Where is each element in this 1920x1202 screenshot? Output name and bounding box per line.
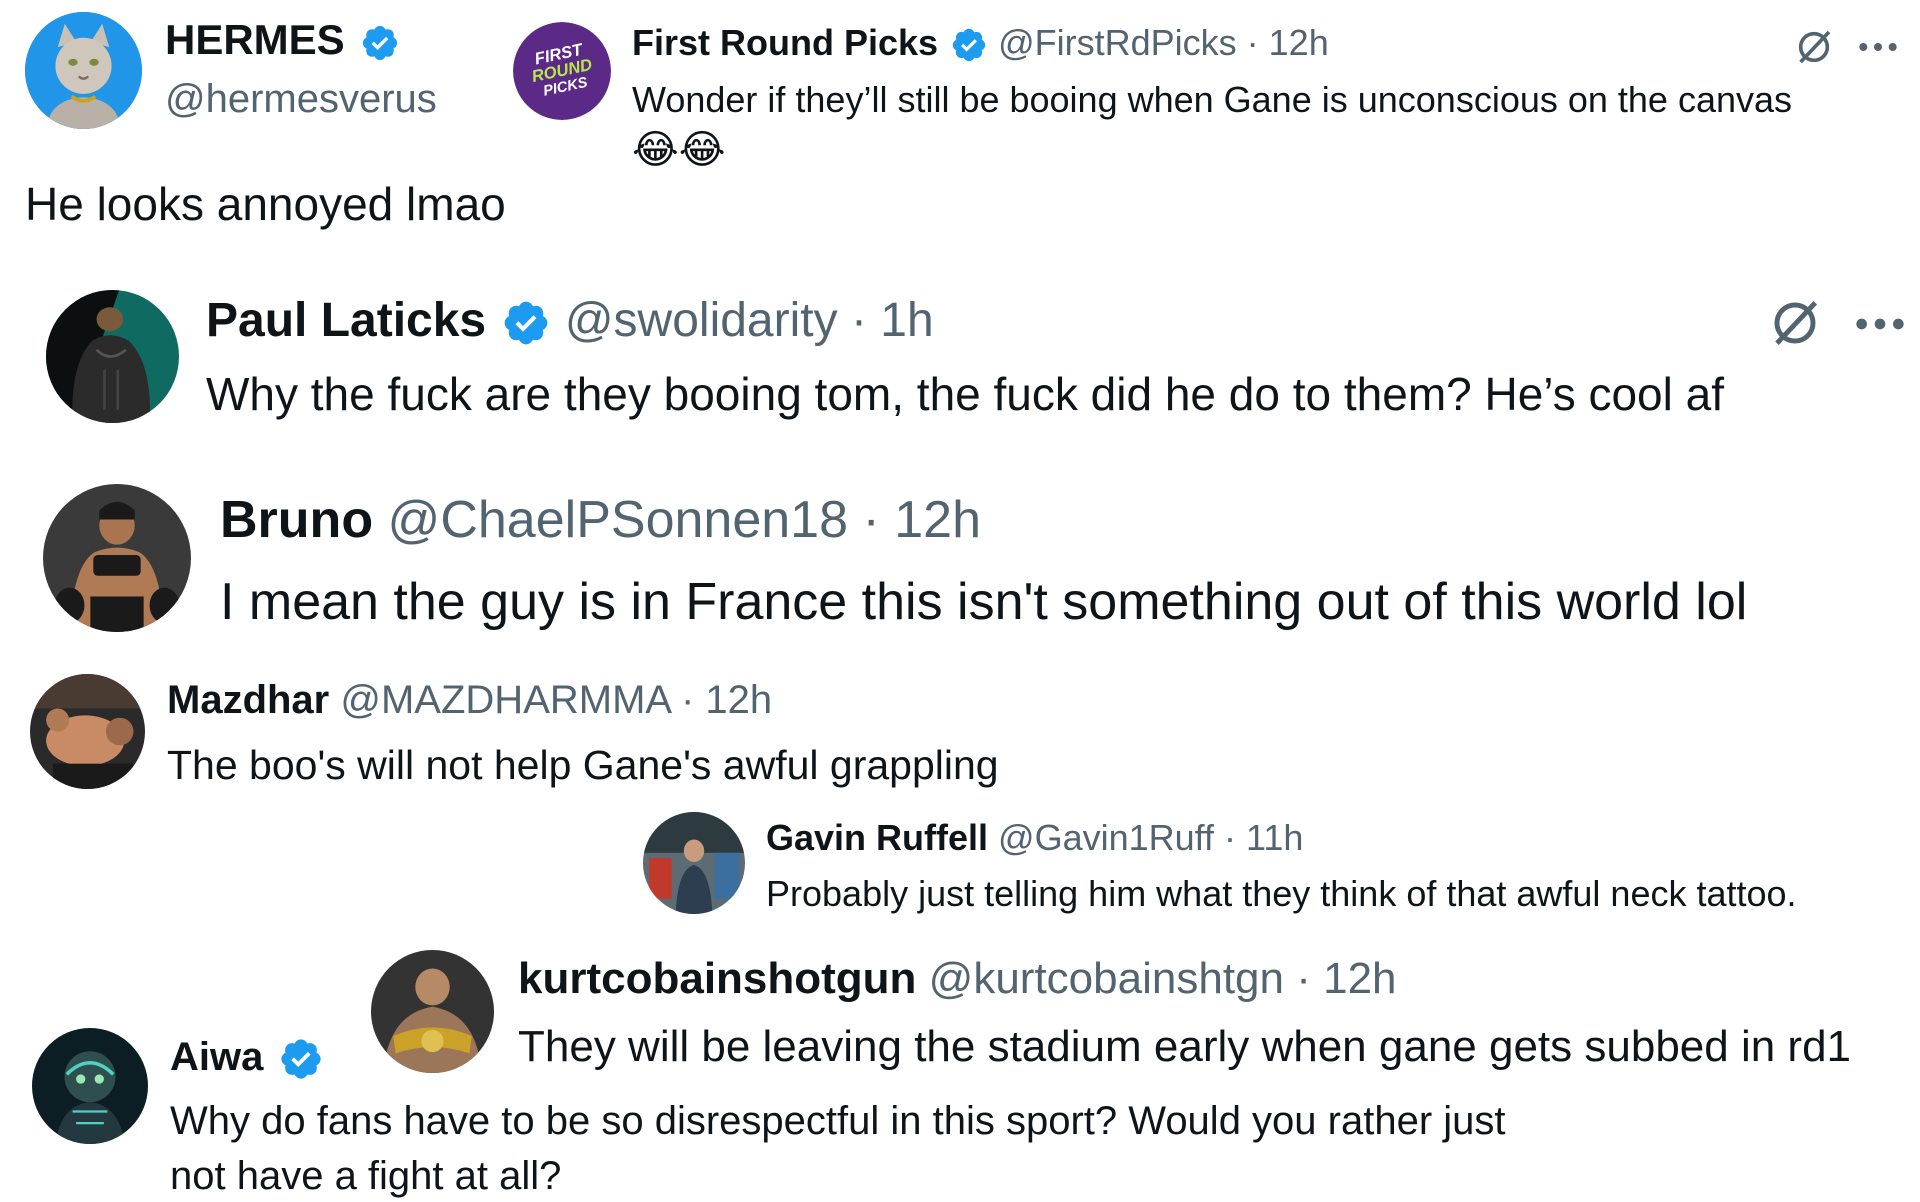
kurt-header: kurtcobainshotgun @kurtcobainshtgn · 12h: [518, 952, 1397, 1006]
avatar-mazdhar[interactable]: [30, 674, 145, 789]
grappling-avatar-icon: [30, 674, 145, 789]
cat-avatar-icon: [25, 12, 142, 129]
bruno-header: Bruno @ChaelPSonnen18 · 12h: [220, 488, 981, 552]
avatar-aiwa[interactable]: [32, 1028, 148, 1144]
aiwa-header: Aiwa: [170, 1032, 324, 1082]
tweet-text: He looks annoyed lmao: [25, 178, 506, 230]
gavin-header: Gavin Ruffell @Gavin1Ruff · 11h: [766, 815, 1303, 861]
tweet-time[interactable]: · 12h: [862, 491, 981, 549]
avatar-gavin-ruffell[interactable]: [643, 812, 745, 914]
author-name[interactable]: Aiwa: [170, 1035, 263, 1079]
verified-badge-icon: [950, 26, 988, 64]
robot-avatar-icon: [32, 1028, 148, 1144]
tweet-text: The boo's will not help Gane's awful gra…: [167, 742, 999, 788]
more-icon[interactable]: [1858, 40, 1898, 54]
author-handle[interactable]: @MAZDHARMMA: [340, 678, 670, 722]
tweet-text: Wonder if they’ll still be booing when G…: [632, 79, 1793, 120]
author-name[interactable]: Bruno: [220, 491, 373, 549]
first-round-picks-logo-icon: FIRST ROUND PICKS: [513, 22, 611, 120]
tweet-text: Why the fuck are they booing tom, the fu…: [206, 368, 1724, 420]
tweet-text-line1: Why do fans have to be so disrespectful …: [170, 1099, 1506, 1143]
author-name[interactable]: kurtcobainshotgun: [518, 954, 916, 1003]
tweet-text-line2: not have a fight at all?: [170, 1154, 562, 1198]
grok-icon[interactable]: [1768, 296, 1822, 350]
tweet-text: I mean the guy is in France this isn't s…: [220, 573, 1748, 631]
author-handle[interactable]: @FirstRdPicks: [998, 22, 1237, 63]
avatar-kurtcobainshotgun[interactable]: [371, 950, 494, 1073]
author-handle[interactable]: @hermesverus: [165, 74, 437, 124]
author-handle[interactable]: @Gavin1Ruff: [998, 817, 1214, 858]
avatar-hermes[interactable]: [25, 12, 142, 129]
author-handle[interactable]: @ChaelPSonnen18: [388, 491, 848, 549]
tweet-time[interactable]: · 12h: [681, 678, 772, 722]
paul-header: Paul Laticks @swolidarity · 1h: [206, 292, 934, 350]
author-name[interactable]: Gavin Ruffell: [766, 817, 988, 858]
tweet-time[interactable]: · 12h: [1247, 22, 1329, 63]
author-handle[interactable]: @swolidarity: [565, 294, 838, 347]
tweet-time[interactable]: · 12h: [1296, 954, 1396, 1003]
author-name[interactable]: Mazdhar: [167, 678, 329, 722]
bodybuilder-avatar-icon: [46, 290, 179, 423]
tweet-time[interactable]: · 11h: [1224, 817, 1303, 858]
champion-avatar-icon: [371, 950, 494, 1073]
verified-badge-icon: [501, 298, 551, 348]
author-name[interactable]: Paul Laticks: [206, 294, 486, 347]
firstround-header: First Round Picks @FirstRdPicks · 12h: [632, 20, 1329, 66]
hermes-header: HERMES: [165, 14, 400, 66]
avatar-bruno[interactable]: [43, 484, 191, 632]
tweet-time[interactable]: · 1h: [851, 294, 934, 347]
author-handle[interactable]: @kurtcobainshtgn: [929, 954, 1284, 1003]
tweet-emoji: 😂😂: [632, 128, 726, 172]
verified-badge-icon: [278, 1036, 324, 1082]
more-icon[interactable]: [1855, 316, 1905, 332]
author-name[interactable]: First Round Picks: [632, 22, 938, 63]
grok-icon[interactable]: [1794, 27, 1834, 67]
author-name[interactable]: HERMES: [165, 16, 345, 63]
tweet-text: Probably just telling him what they thin…: [766, 873, 1797, 914]
avatar-firstroundpicks[interactable]: FIRST ROUND PICKS: [513, 22, 611, 120]
verified-badge-icon: [360, 23, 400, 63]
tweet-text: They will be leaving the stadium early w…: [518, 1022, 1852, 1071]
mazdhar-header: Mazdhar @MAZDHARMMA · 12h: [167, 675, 772, 725]
avatar-paul-laticks[interactable]: [46, 290, 179, 423]
person-avatar-icon: [643, 812, 745, 914]
fighter-avatar-icon: [43, 484, 191, 632]
